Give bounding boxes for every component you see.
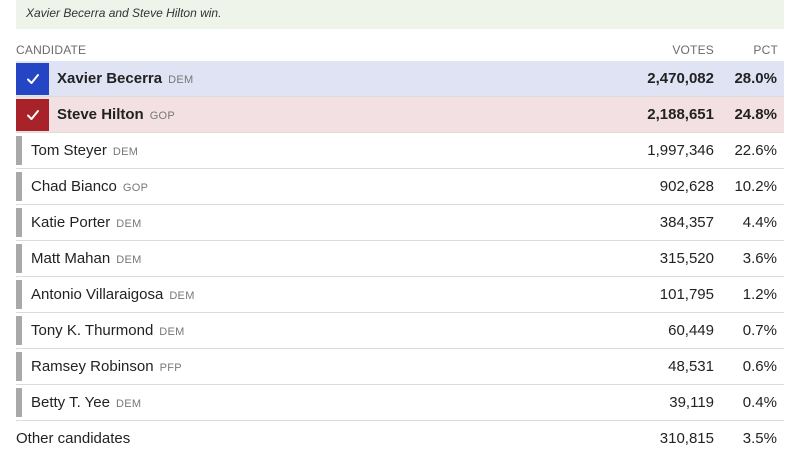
vote-count: 1,997,346 [647, 142, 714, 159]
vote-percent: 3.5% [742, 430, 777, 447]
party-color-bar [16, 280, 22, 309]
table-row: Katie Porter DEM 384,357 4.4% [16, 205, 784, 241]
party-color-bar [16, 388, 22, 417]
party-label: DEM [168, 74, 194, 86]
vote-percent: 3.6% [742, 250, 777, 267]
results-table: Xavier Becerra DEM 2,470,082 28.0% Steve … [16, 61, 784, 450]
vote-percent: 1.2% [742, 286, 777, 303]
votes-column-header: VOTES [672, 43, 714, 57]
party-label: PFP [159, 362, 182, 374]
vote-count: 2,188,651 [647, 106, 714, 123]
checkmark-icon [16, 99, 49, 131]
party-label: DEM [115, 398, 142, 410]
party-label: DEM [169, 290, 195, 302]
candidate-name: Xavier Becerra DEM [57, 70, 194, 87]
table-row-other: Other candidates 310,815 3.5% [16, 421, 784, 450]
table-row: Matt Mahan DEM 315,520 3.6% [16, 241, 784, 277]
pct-column-header: PCT [753, 43, 778, 57]
vote-percent: 10.2% [734, 178, 777, 195]
vote-percent: 0.6% [742, 358, 777, 375]
candidate-name: Tom Steyer DEM [31, 142, 139, 159]
candidate-name: Betty T. Yee DEM [31, 394, 142, 411]
result-note: Xavier Becerra and Steve Hilton win. [16, 0, 784, 29]
checkmark-icon [16, 63, 49, 95]
party-color-bar [16, 172, 22, 201]
vote-count: 315,520 [659, 250, 714, 267]
candidate-name: Katie Porter DEM [31, 214, 142, 231]
vote-count: 2,470,082 [647, 70, 714, 87]
party-color-bar [16, 244, 22, 273]
candidate-name: Ramsey Robinson PFP [31, 358, 182, 375]
table-row: Tom Steyer DEM 1,997,346 22.6% [16, 133, 784, 169]
party-label: DEM [112, 146, 139, 158]
vote-count: 60,449 [668, 322, 714, 339]
vote-count: 310,815 [659, 430, 714, 447]
candidate-name: Steve Hilton GOP [57, 106, 176, 123]
vote-count: 384,357 [659, 214, 714, 231]
candidate-name: Tony K. Thurmond DEM [31, 322, 185, 339]
vote-percent: 24.8% [734, 106, 777, 123]
table-row-winner: Xavier Becerra DEM 2,470,082 28.0% [16, 61, 784, 97]
table-row: Betty T. Yee DEM 39,119 0.4% [16, 385, 784, 421]
other-candidates-label: Other candidates [16, 430, 131, 447]
party-label: DEM [116, 254, 142, 266]
party-color-bar [16, 136, 22, 165]
vote-percent: 4.4% [742, 214, 777, 231]
table-row: Chad Bianco GOP 902,628 10.2% [16, 169, 784, 205]
vote-percent: 0.4% [742, 394, 777, 411]
party-label: GOP [122, 182, 149, 194]
table-row: Antonio Villaraigosa DEM 101,795 1.2% [16, 277, 784, 313]
vote-percent: 0.7% [742, 322, 777, 339]
party-color-bar [16, 316, 22, 345]
party-label: GOP [149, 110, 176, 122]
table-row: Tony K. Thurmond DEM 60,449 0.7% [16, 313, 784, 349]
candidate-column-header: CANDIDATE [16, 43, 87, 57]
table-row-winner: Steve Hilton GOP 2,188,651 24.8% [16, 97, 784, 133]
vote-count: 48,531 [668, 358, 714, 375]
party-label: DEM [159, 326, 185, 338]
vote-count: 39,119 [669, 394, 714, 411]
party-color-bar [16, 208, 22, 237]
party-label: DEM [116, 218, 142, 230]
party-color-bar [16, 352, 22, 381]
vote-percent: 22.6% [734, 142, 777, 159]
table-row: Ramsey Robinson PFP 48,531 0.6% [16, 349, 784, 385]
vote-count: 101,795 [659, 286, 714, 303]
vote-count: 902,628 [659, 178, 714, 195]
vote-percent: 28.0% [734, 70, 777, 87]
candidate-name: Chad Bianco GOP [31, 178, 149, 195]
candidate-name: Matt Mahan DEM [31, 250, 142, 267]
candidate-name: Antonio Villaraigosa DEM [31, 286, 195, 303]
results-panel: Xavier Becerra and Steve Hilton win. CAN… [0, 0, 800, 450]
